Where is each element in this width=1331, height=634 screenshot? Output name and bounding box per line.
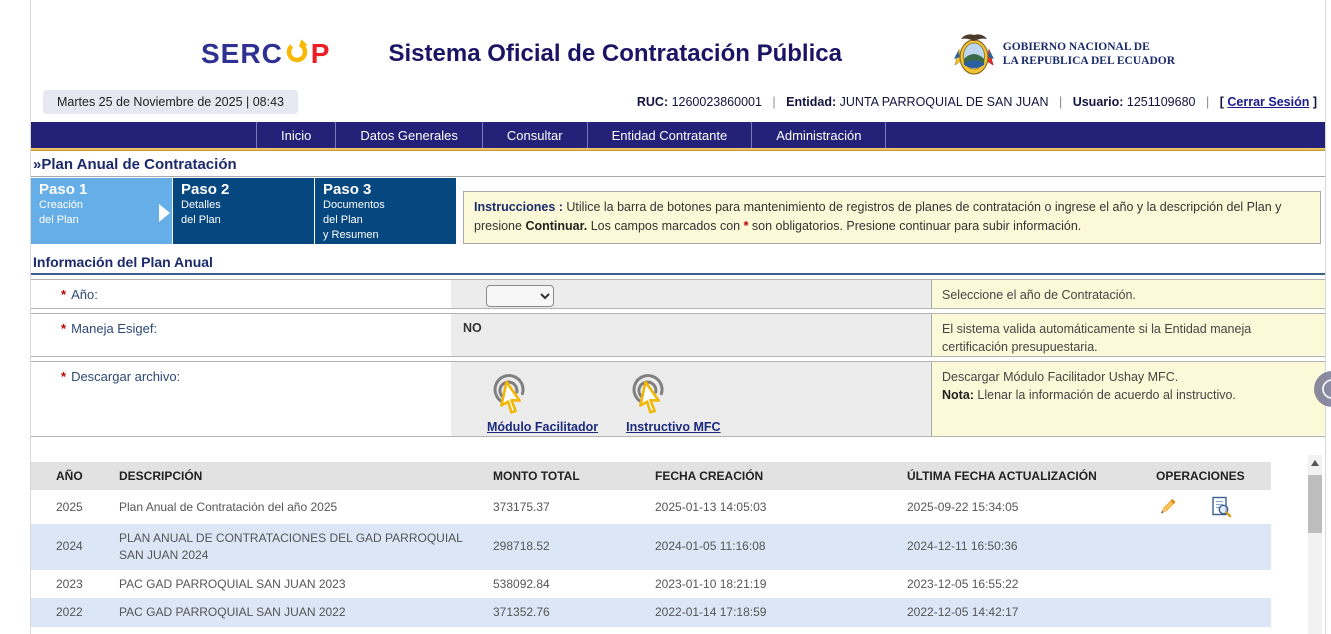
breadcrumb: »Plan Anual de Contratación — [31, 151, 1325, 177]
logout-link[interactable]: Cerrar Sesión — [1227, 95, 1309, 109]
descargar-control-cell: Módulo Facilitador Instructivo MFC — [451, 362, 931, 436]
entidad-value: JUNTA PARROQUIAL DE SAN JUAN — [840, 95, 1049, 109]
menu-item-datos-generales[interactable]: Datos Generales — [335, 122, 482, 148]
col-header-fecha-creacion: FECHA CREACIÓN — [655, 462, 907, 490]
main-menu: Inicio Datos Generales Consultar Entidad… — [31, 122, 1325, 148]
usuario-label: Usuario: — [1073, 95, 1124, 109]
col-header-monto: MONTO TOTAL — [493, 462, 655, 490]
logo-swirl-icon — [283, 38, 311, 71]
menu-item-entidad-contratante[interactable]: Entidad Contratante — [587, 122, 752, 148]
modulo-facilitador-download[interactable]: Módulo Facilitador — [487, 373, 598, 434]
esigef-value: NO — [463, 319, 482, 335]
ano-label: *Año: — [31, 280, 451, 308]
steps-row: Paso 1 Creación del Plan Paso 2 Detalles… — [31, 177, 1325, 248]
ruc-label: RUC: — [637, 95, 668, 109]
descargar-label: *Descargar archivo: — [31, 362, 451, 436]
government-logo: GOBIERNO NACIONAL DE LA REPUBLICA DEL EC… — [953, 31, 1175, 77]
col-header-ano: AÑO — [31, 462, 119, 490]
esigef-help: El sistema valida automáticamente si la … — [931, 314, 1325, 356]
plans-table-container: AÑO DESCRIPCIÓN MONTO TOTAL FECHA CREACI… — [31, 462, 1325, 634]
modulo-facilitador-link[interactable]: Módulo Facilitador — [487, 420, 598, 434]
instructivo-mfc-download[interactable]: Instructivo MFC — [626, 373, 720, 434]
form-row-ano: *Año: Seleccione el año de Contratación. — [31, 279, 1325, 309]
descargar-help: Descargar Módulo Facilitador Ushay MFC. … — [931, 362, 1325, 436]
menu-item-inicio[interactable]: Inicio — [256, 122, 335, 148]
form-row-esigef: *Maneja Esigef: NO El sistema valida aut… — [31, 313, 1325, 357]
ano-control-cell — [451, 280, 931, 308]
download-click-icon — [487, 373, 531, 415]
page: SERC P Sistema Oficial de Contratación P… — [30, 0, 1326, 634]
esigef-control-cell: NO — [451, 314, 931, 356]
section-title-plan-anual: Información del Plan Anual — [31, 248, 1325, 275]
scrollbar-up-arrow-icon[interactable] — [1308, 455, 1322, 471]
table-row: 2024 PLAN ANUAL DE CONTRATACIONES DEL GA… — [31, 524, 1271, 570]
entidad-label: Entidad: — [786, 95, 836, 109]
step-arrow-icon — [159, 204, 170, 222]
table-row: 2021 PLAN ANUAL DE CONTRATACIÓN 2021 243… — [31, 627, 1271, 634]
table-header-row: AÑO DESCRIPCIÓN MONTO TOTAL FECHA CREACI… — [31, 462, 1271, 490]
usuario-value: 1251109680 — [1127, 95, 1196, 109]
header: SERC P Sistema Oficial de Contratación P… — [31, 0, 1325, 82]
table-scrollbar[interactable] — [1308, 455, 1322, 634]
instructions-label: Instrucciones : — [474, 200, 563, 214]
table-row: 2025 Plan Anual de Contratación del año … — [31, 490, 1271, 524]
table-row: 2022 PAC GAD PARROQUIAL SAN JUAN 2022 37… — [31, 598, 1271, 627]
step-2-detalles: Paso 2 Detalles del Plan — [173, 178, 314, 244]
session-info: RUC: 1260023860001 | Entidad: JUNTA PARR… — [637, 95, 1317, 109]
ano-help: Seleccione el año de Contratación. — [931, 280, 1325, 308]
esigef-label: *Maneja Esigef: — [31, 314, 451, 356]
col-header-operaciones: OPERACIONES — [1156, 462, 1271, 490]
col-header-descripcion: DESCRIPCIÓN — [119, 462, 493, 490]
edit-plan-icon[interactable] — [1156, 496, 1178, 518]
step-1-creacion: Paso 1 Creación del Plan — [31, 178, 172, 244]
sercop-logo: SERC P — [201, 38, 330, 71]
download-click-icon — [626, 373, 670, 415]
plans-table: AÑO DESCRIPCIÓN MONTO TOTAL FECHA CREACI… — [31, 462, 1271, 634]
logo-text-blue: SERC — [201, 38, 283, 70]
instructions-box: Instrucciones : Utilice la barra de boto… — [463, 191, 1321, 244]
instructivo-mfc-link[interactable]: Instructivo MFC — [626, 420, 720, 434]
government-logo-text: GOBIERNO NACIONAL DE LA REPUBLICA DEL EC… — [1003, 40, 1175, 69]
step-3-documentos: Paso 3 Documentos del Plan y Resumen — [315, 178, 456, 244]
page-title: Sistema Oficial de Contratación Pública — [388, 40, 841, 68]
ruc-value: 1260023860001 — [672, 95, 762, 109]
scrollbar-thumb[interactable] — [1308, 475, 1322, 533]
datetime-display: Martes 25 de Noviembre de 2025 | 08:43 — [43, 90, 298, 114]
year-select[interactable] — [486, 285, 554, 307]
menu-item-administracion[interactable]: Administración — [751, 122, 886, 148]
ecuador-coat-of-arms-icon — [953, 31, 995, 77]
form-row-descargar: *Descargar archivo: Módulo Facilitador — [31, 361, 1325, 437]
table-row: 2023 PAC GAD PARROQUIAL SAN JUAN 2023 53… — [31, 570, 1271, 599]
view-plan-icon[interactable] — [1210, 496, 1232, 518]
col-header-ultima-actualizacion: ÚLTIMA FECHA ACTUALIZACIÓN — [907, 462, 1156, 490]
menu-item-consultar[interactable]: Consultar — [482, 122, 587, 148]
logo-text-red: P — [311, 38, 331, 70]
info-bar: Martes 25 de Noviembre de 2025 | 08:43 R… — [31, 88, 1325, 116]
